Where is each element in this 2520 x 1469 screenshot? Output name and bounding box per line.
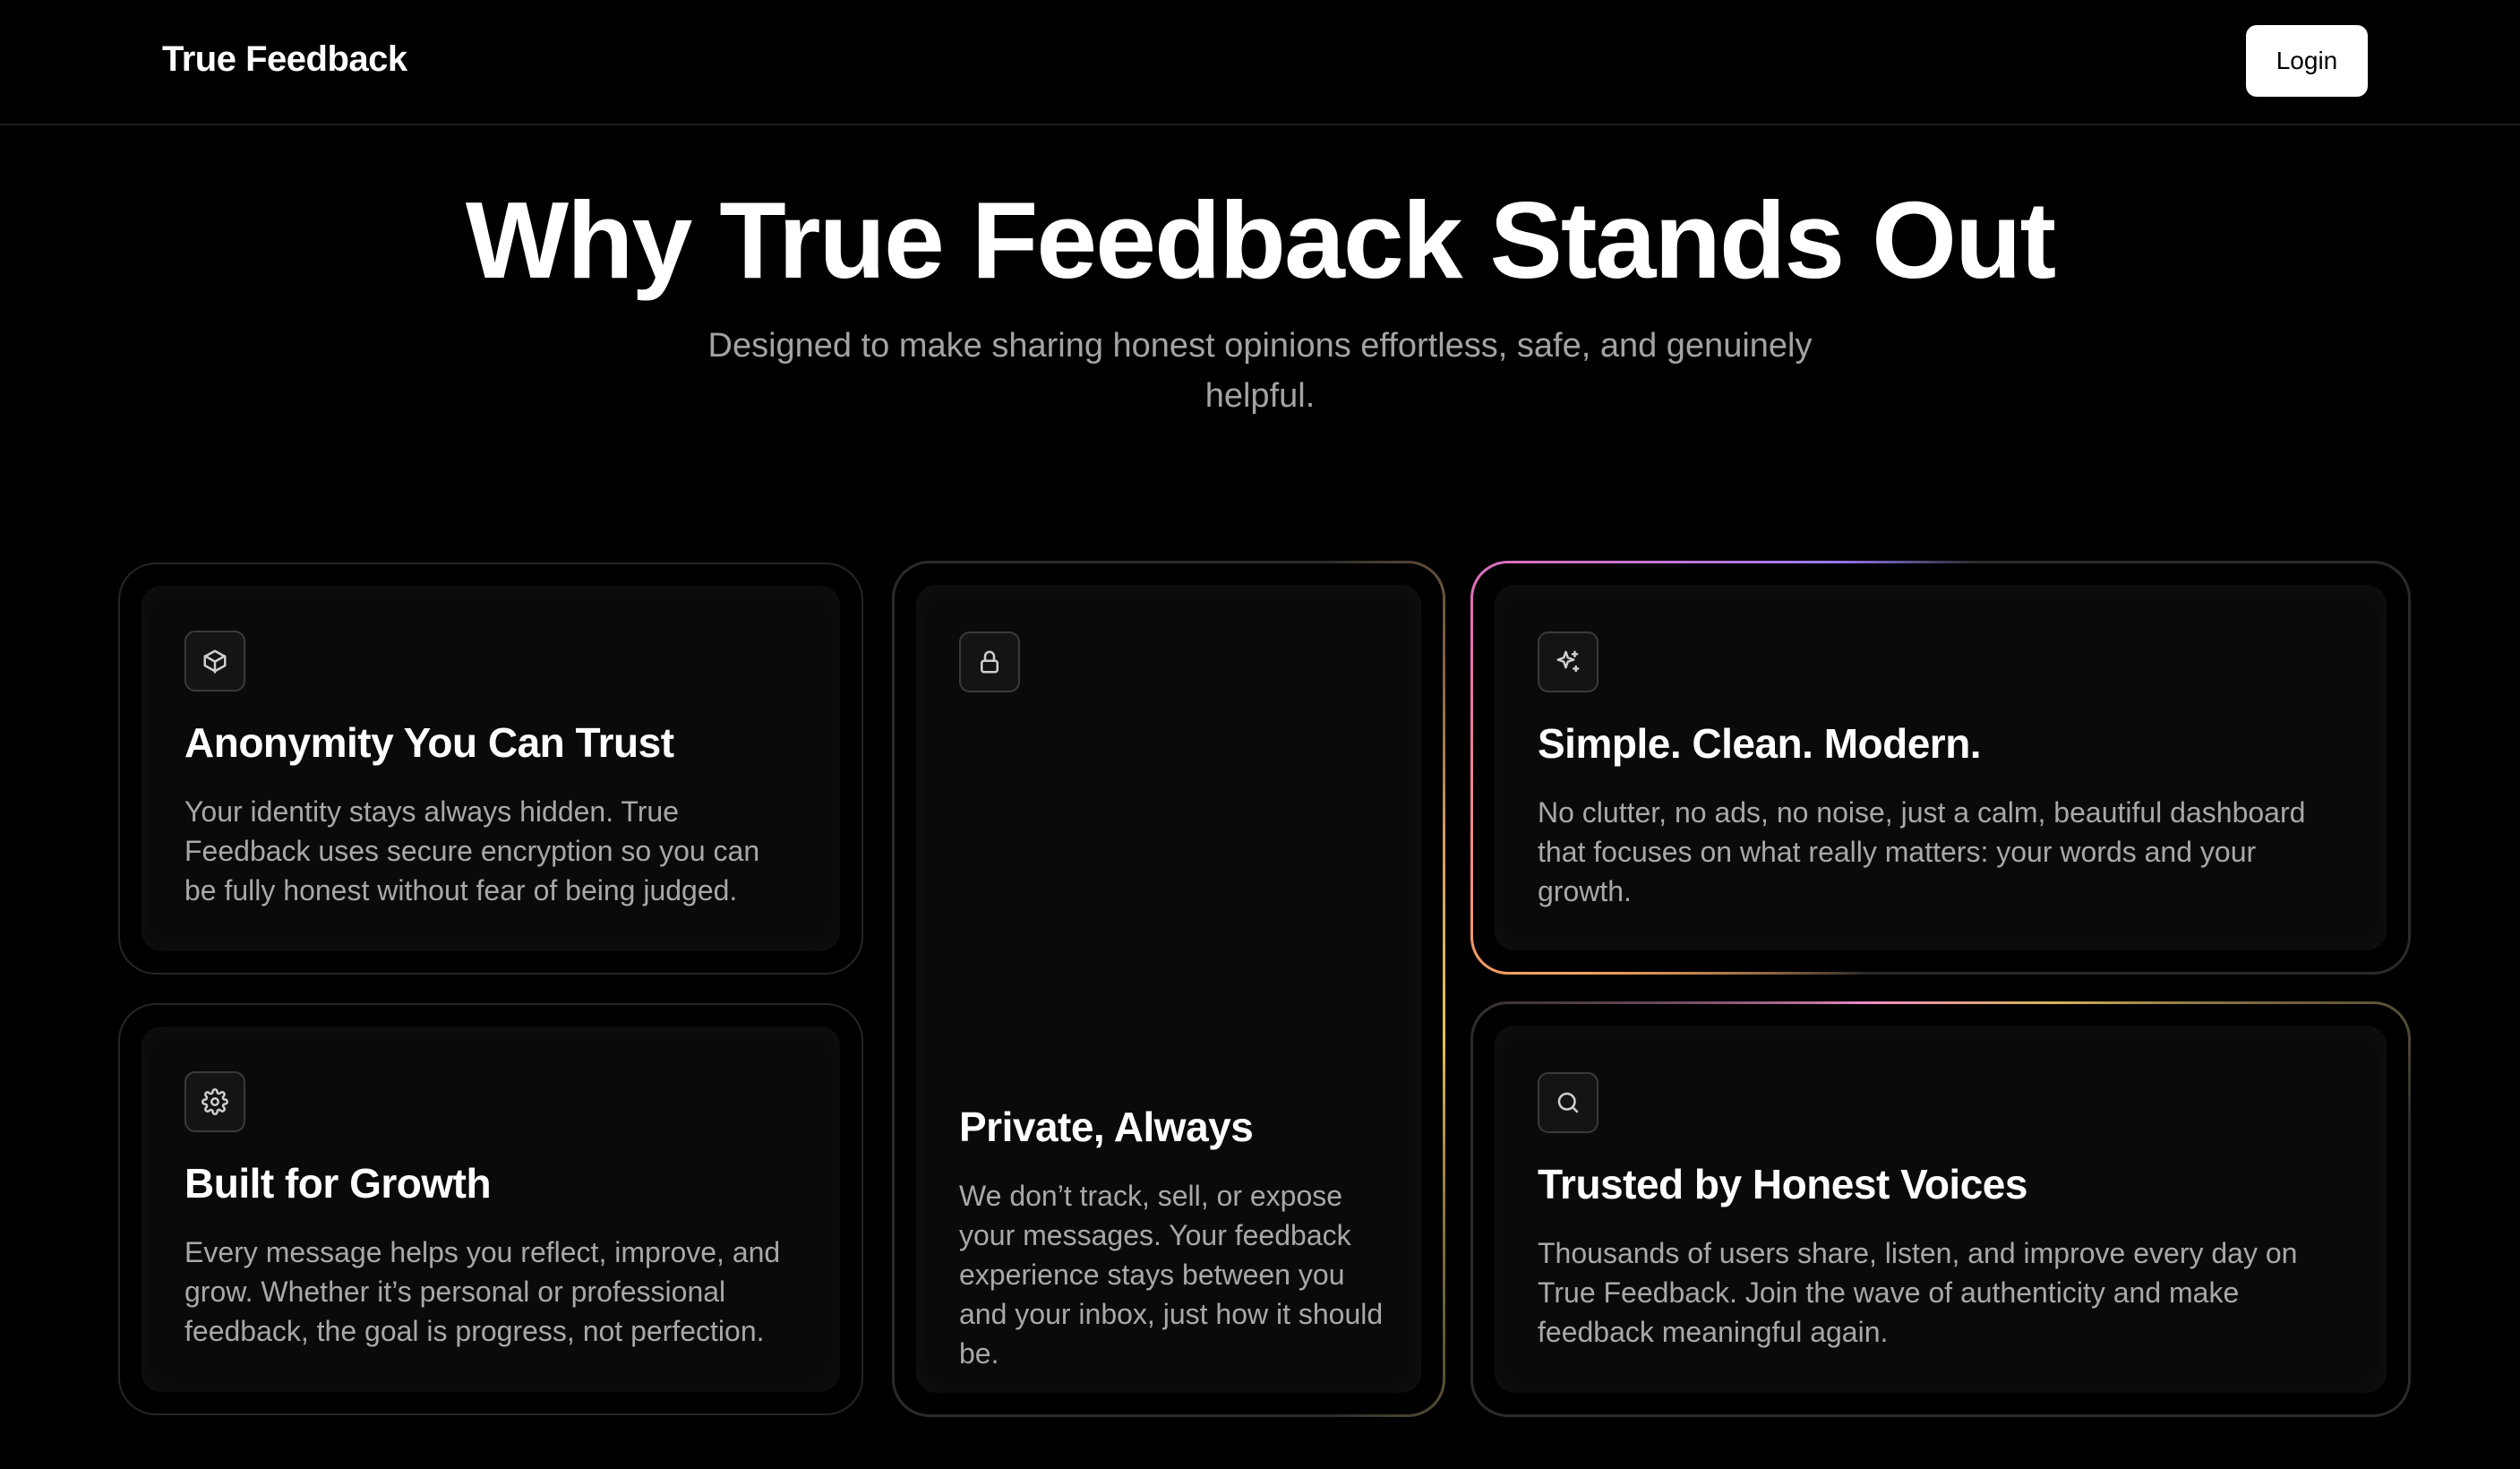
feature-title: Anonymity You Can Trust [184,719,674,766]
feature-card-body: Private, Always We don’t track, sell, or… [916,585,1421,1393]
feature-title: Simple. Clean. Modern. [1538,720,1982,767]
feature-description: Every message helps you reflect, improve… [184,1236,781,1347]
lock-icon [959,631,1020,692]
search-icon [1538,1072,1599,1133]
feature-card-privacy: Private, Always We don’t track, sell, or… [892,561,1445,1417]
feature-card-anonymity: Anonymity You Can Trust Your identity st… [118,563,863,975]
feature-title: Built for Growth [184,1160,492,1207]
login-button[interactable]: Login [2246,25,2368,97]
feature-card-simple: Simple. Clean. Modern. No clutter, no ad… [1470,561,2411,975]
feature-card-body: Simple. Clean. Modern. No clutter, no ad… [1495,585,2387,950]
feature-card-body: Built for Growth Every message helps you… [141,1027,840,1392]
feature-description: Thousands of users share, listen, and im… [1538,1237,2298,1348]
feature-description: No clutter, no ads, no noise, just a cal… [1538,796,2306,907]
feature-card-growth: Built for Growth Every message helps you… [118,1003,863,1415]
top-navbar: True Feedback Login [0,0,2520,125]
gear-icon [184,1071,245,1132]
sparkles-icon [1538,631,1599,692]
feature-card-body: Anonymity You Can Trust Your identity st… [141,586,840,951]
feature-card-body: Trusted by Honest Voices Thousands of us… [1495,1026,2387,1393]
cube-icon [184,631,245,692]
feature-card-trusted: Trusted by Honest Voices Thousands of us… [1470,1001,2411,1417]
feature-description: Your identity stays always hidden. True … [184,795,760,906]
page-subtitle: Designed to make sharing honest opinions… [707,327,1813,415]
feature-title: Trusted by Honest Voices [1538,1161,2027,1207]
page-title: Why True Feedback Stands Out [465,179,2056,301]
feature-description: We don’t track, sell, or expose your mes… [959,1180,1384,1370]
feature-title: Private, Always [959,1104,1254,1150]
brand-logo-text[interactable]: True Feedback [162,39,407,80]
